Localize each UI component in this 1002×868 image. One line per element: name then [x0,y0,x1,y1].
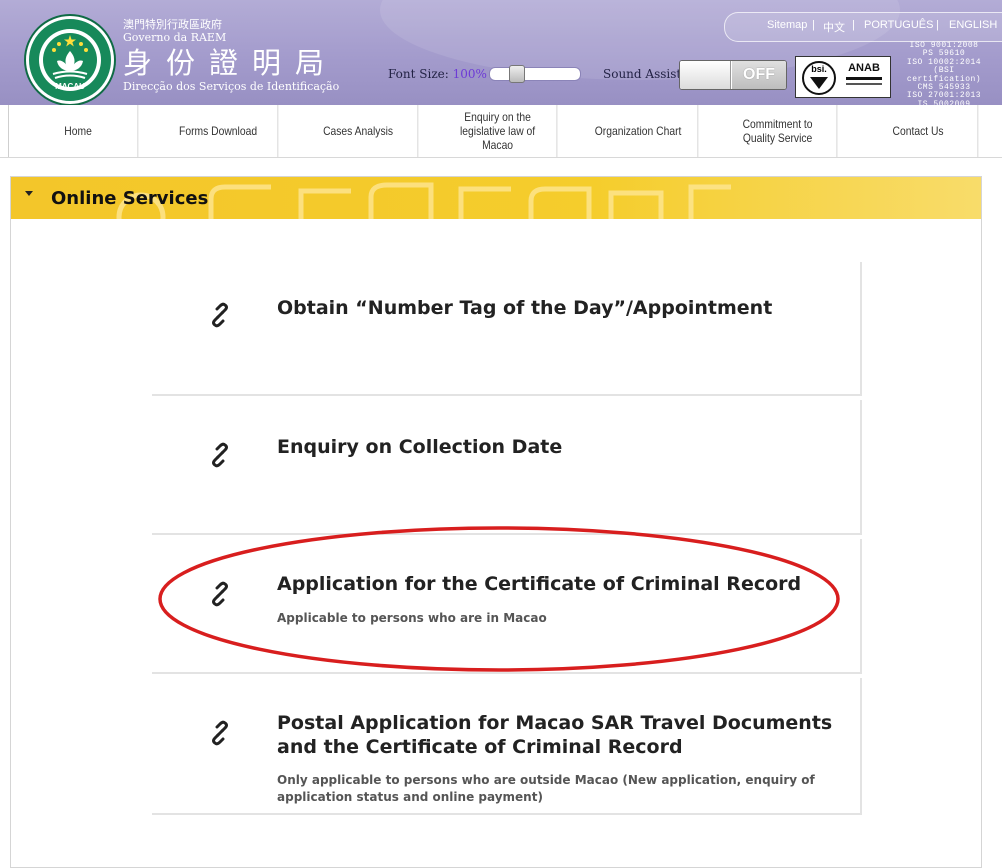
service-title[interactable]: Obtain “Number Tag of the Day”/Appointme… [277,296,847,320]
nav-cases-analysis[interactable]: Cases Analysis [299,105,419,157]
agency-name[interactable]: 澳門特別行政區政府 Governo da RAEM 身份證明局 Direcção… [123,18,339,93]
macau-emblem-icon[interactable]: MACAU [26,16,114,104]
agency-name-chinese: 身份證明局 [123,46,339,80]
bsi-logo-text: bsi. [811,64,827,74]
lang-separator: | [936,19,939,31]
font-size-label: Font Size: [388,67,449,81]
online-services-panel: Online Services Obtain “Number Tag of th… [10,176,982,868]
nav-divider [8,105,9,157]
font-size-control: Font Size: 100% [388,67,487,81]
nav-contact-us[interactable]: Contact Us [859,105,979,157]
agency-name-portuguese: Direcção dos Serviços de Identificação [123,80,340,93]
iso-line: (BSI certification) [906,66,982,84]
nav-home[interactable]: Home [19,105,139,157]
lang-chinese-link[interactable]: 中文 [823,19,845,35]
lang-english-link[interactable]: ENGLISH [949,19,997,31]
font-size-slider-thumb[interactable] [509,65,525,83]
service-card-collection-date[interactable]: Enquiry on Collection Date [152,400,862,535]
sound-assist-toggle[interactable]: OFF [679,60,787,90]
link-icon [212,302,228,328]
lang-portuguese-link[interactable]: PORTUGUÊS [864,19,933,31]
font-size-slider[interactable] [489,65,581,83]
lang-separator: | [812,19,815,31]
link-icon [212,442,228,468]
service-title[interactable]: Enquiry on Collection Date [277,435,847,459]
nav-legislative-law[interactable]: Enquiry on the legislative law of Macao [439,105,558,157]
iso-certification-list: ISO 9001:2008 PS 59610 ISO 10002:2014 (BSI … [898,41,990,105]
sound-assist-label: Sound Assist [603,67,682,81]
site-header: MACAU 澳門特別行政區政府 Governo da RAEM 身份證明局 Di… [0,0,1002,105]
certification-logos: bsi. ANAB [795,56,891,98]
agency-name-line1: 澳門特別行政區政府 [123,18,222,31]
main-navigation: Home Forms Download Cases Analysis Enqui… [0,105,1002,158]
agency-name-line2: Governo da RAEM [123,31,227,44]
nav-organization-chart[interactable]: Organization Chart [579,105,699,157]
emblem-label: MACAU [55,82,85,91]
anab-logo-text: ANAB [848,62,880,74]
highlight-ellipse [158,526,840,672]
anab-logo-icon: ANAB [842,61,886,95]
lang-separator: | [852,19,855,31]
bsi-logo-icon: bsi. [802,61,836,95]
link-icon [212,720,228,746]
service-subtitle: Only applicable to persons who are outsi… [277,773,815,804]
sound-assist-state: OFF [732,61,786,89]
service-card-number-tag[interactable]: Obtain “Number Tag of the Day”/Appointme… [152,262,862,396]
toggle-knob[interactable] [680,61,731,89]
sitemap-link[interactable]: Sitemap [767,19,807,31]
service-card-postal-application[interactable]: Postal Application for Macao SAR Travel … [152,678,862,815]
online-services-title: Online Services [51,188,209,209]
font-size-value: 100% [452,67,487,81]
nav-forms-download[interactable]: Forms Download [159,105,279,157]
service-title[interactable]: Postal Application for Macao SAR Travel … [277,711,847,759]
online-services-header[interactable]: Online Services [11,177,981,219]
collapse-caret-icon[interactable] [25,191,33,196]
nav-quality-commitment[interactable]: Commitment to Quality Service [719,105,838,157]
